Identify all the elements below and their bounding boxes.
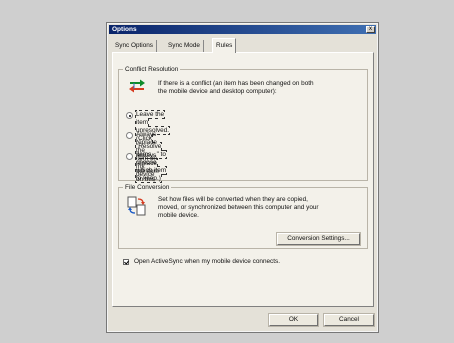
description-line: moved, or synchronized between this comp…: [158, 204, 319, 211]
tab-sync-options[interactable]: Sync Options: [112, 40, 158, 52]
tab-rules[interactable]: Rules: [212, 38, 237, 53]
radio-button[interactable]: [126, 132, 133, 139]
radio-button[interactable]: [126, 153, 133, 160]
options-dialog: Options x Sync Options Sync Mode Rules C…: [106, 22, 379, 333]
title-bar[interactable]: Options x: [109, 25, 376, 34]
dialog-title: Options: [112, 26, 137, 33]
close-button[interactable]: x: [366, 26, 375, 33]
rules-panel: Conflict Resolution If there is a confli…: [112, 52, 374, 307]
tab-label: Rules: [216, 42, 233, 49]
radio-button[interactable]: [126, 112, 133, 119]
conflict-resolution-group: Conflict Resolution If there is a confli…: [118, 65, 368, 191]
description-line: the mobile device and desktop computer):: [158, 88, 277, 95]
file-conversion-group: File Conversion Set how files will be co…: [118, 183, 368, 249]
open-activesync-checkbox[interactable]: [123, 259, 129, 265]
group-label: File Conversion: [123, 183, 172, 192]
tab-label: Sync Mode: [168, 42, 200, 49]
conflict-description: If there is a conflict (an item has been…: [158, 80, 314, 96]
cancel-button[interactable]: Cancel: [324, 314, 374, 326]
description-line: If there is a conflict (an item has been…: [158, 80, 314, 87]
open-activesync-label[interactable]: Open ActiveSync when my mobile device co…: [134, 258, 280, 266]
sync-arrows-icon: [129, 79, 145, 93]
file-conversion-icon: [127, 196, 146, 216]
close-icon: x: [369, 26, 372, 32]
file-conversion-description: Set how files will be converted when the…: [158, 196, 319, 220]
description-line: mobile device.: [158, 212, 199, 219]
tab-sync-mode[interactable]: Sync Mode: [165, 40, 204, 52]
group-label: Conflict Resolution: [123, 65, 181, 74]
conversion-settings-button[interactable]: Conversion Settings...: [277, 233, 360, 245]
tab-label: Sync Options: [115, 42, 154, 49]
description-line: Set how files will be converted when the…: [158, 196, 308, 203]
ok-button[interactable]: OK: [269, 314, 318, 326]
